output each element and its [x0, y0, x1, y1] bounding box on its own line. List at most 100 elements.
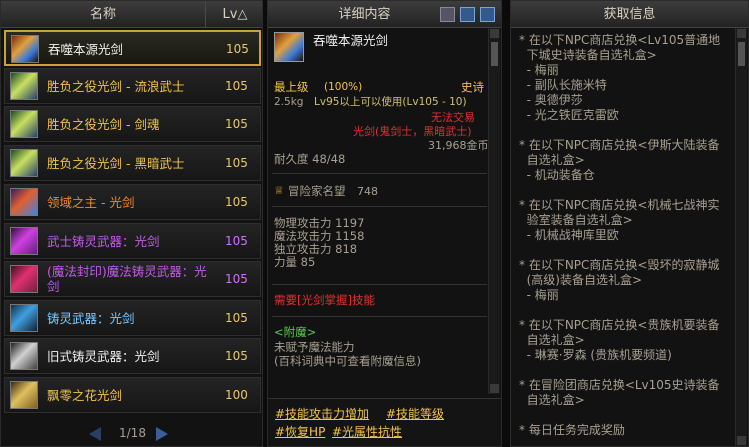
level-requirement: Lv95以上可以使用(Lv105 - 10): [314, 96, 467, 108]
enchant-title: <附魔>: [274, 325, 317, 339]
detail-header: 详细内容: [268, 1, 501, 28]
scroll-up-icon[interactable]: [490, 29, 499, 38]
item-type: 光剑(鬼剑士，黑暗武士): [353, 125, 472, 138]
item-row-level: 105: [226, 42, 249, 56]
source-info-line: * 在以下NPC商店兑换<毁坏的寂静城: [519, 258, 720, 272]
scroll-thumb[interactable]: [491, 42, 498, 66]
item-row-name: 铸灵武器：光剑: [47, 310, 135, 326]
source-info-line: - 奥德伊莎: [519, 93, 583, 107]
stat-strength: 力量 85: [274, 255, 316, 269]
source-info-line: 自选礼盒>: [519, 333, 585, 347]
lightsaber-icon: [10, 381, 38, 409]
column-level-header[interactable]: Lv△: [206, 1, 264, 28]
tag-hp-recovery[interactable]: #恢复HP: [275, 423, 325, 440]
item-rarity: 史诗: [461, 80, 484, 94]
divider: [272, 173, 487, 174]
source-info-line: - 梅丽: [519, 63, 559, 77]
item-row[interactable]: 武士铸灵武器：光剑 105: [4, 223, 261, 259]
item-row-level: 105: [225, 79, 248, 93]
divider: [272, 284, 487, 285]
stats-block: 物理攻击力 1197 魔法攻击力 1158 独立攻击力 818 力量 85: [274, 217, 364, 269]
item-name: 吞噬本源光剑: [313, 33, 389, 48]
source-info-panel: 获取信息 * 在以下NPC商店兑换<Lv105普通地 下城史诗装备自选礼盒> -…: [510, 0, 749, 447]
lightsaber-icon: [10, 227, 38, 255]
page-indicator: 1/18: [119, 426, 146, 440]
prev-page-icon[interactable]: [89, 427, 101, 441]
fame-value: 748: [357, 185, 378, 198]
lightsaber-icon: [11, 35, 39, 63]
next-page-icon[interactable]: [156, 427, 168, 441]
pin-icon[interactable]: [460, 7, 475, 22]
item-row[interactable]: 旧式铸灵武器：光剑 105: [4, 338, 261, 374]
source-info-line: 自选礼盒>: [519, 393, 585, 407]
item-row-level: 105: [225, 234, 248, 248]
item-row-name: 胜负之役光剑 - 黑暗武士: [47, 155, 185, 171]
source-info-line: * 在以下NPC商店兑换<伊斯大陆装备: [519, 138, 720, 152]
detail-scrollbar[interactable]: [488, 28, 500, 394]
item-row-level: 105: [225, 272, 248, 286]
item-list-header: 名称 Lv△: [1, 1, 262, 28]
scroll-down-icon[interactable]: [490, 384, 499, 393]
source-info-line: - 琳赛·罗森 (贵族机要频道): [519, 348, 672, 362]
compare-icon[interactable]: [440, 7, 455, 22]
item-row-level: 105: [225, 349, 248, 363]
item-row-name: 胜负之役光剑 - 流浪武士: [47, 78, 185, 94]
lightsaber-icon: [10, 110, 38, 138]
scroll-thumb[interactable]: [738, 42, 745, 66]
item-grade-percent: (100%): [324, 81, 363, 93]
pagination: 1/18: [1, 419, 264, 447]
source-info-line: 下城史诗装备自选礼盒>: [519, 48, 657, 62]
scroll-down-icon[interactable]: [737, 436, 746, 445]
item-row-name: 旧式铸灵武器：光剑: [47, 348, 160, 364]
tag-area: #技能攻击力增加 #技能等级 #恢复HP #光属性抗性: [268, 398, 501, 446]
source-info-line: * 在冒险团商店兑换<Lv105史诗装备: [519, 378, 720, 392]
item-row[interactable]: 吞噬本源光剑 105: [4, 30, 261, 66]
lightsaber-icon: [10, 265, 38, 293]
source-info-line: - 机械战神库里欧: [519, 228, 619, 242]
source-scrollbar[interactable]: [735, 28, 747, 446]
item-price: 31,968金币: [428, 139, 489, 152]
item-row[interactable]: 领域之主 - 光剑 105: [4, 184, 261, 220]
item-row-level: 105: [225, 156, 248, 170]
item-row-name: 领域之主 - 光剑: [47, 194, 135, 210]
column-name-header[interactable]: 名称: [1, 1, 206, 28]
source-info-line: - 光之铁匠克雷欧: [519, 108, 619, 122]
lightsaber-icon: [10, 342, 38, 370]
fame-icon: ♕: [274, 184, 284, 197]
source-info-line: - 副队长施米特: [519, 78, 607, 92]
source-info-line: - 机动装备仓: [519, 168, 595, 182]
source-info-line: * 每日任务完成奖励: [519, 423, 625, 437]
eye-icon[interactable]: [480, 7, 495, 22]
source-info-line: 自选礼盒>: [519, 153, 585, 167]
item-durability: 耐久度 48/48: [274, 152, 346, 166]
source-info-title: 获取信息: [603, 7, 656, 22]
item-row-name: 胜负之役光剑 - 剑魂: [47, 116, 160, 132]
lightsaber-icon: [10, 304, 38, 332]
trade-restriction: 无法交易: [431, 111, 475, 124]
item-row-name: (魔法封印)魔法铸灵武器：光剑: [47, 264, 207, 294]
item-row[interactable]: 胜负之役光剑 - 剑魂 105: [4, 106, 261, 142]
item-list-panel: 名称 Lv△ 吞噬本源光剑 105 胜负之役光剑 - 流浪武士 105 胜负之役光剑 -…: [0, 0, 263, 447]
tag-skill-attack[interactable]: #技能攻击力增加: [275, 405, 369, 422]
fame-label: 冒险家名望: [288, 184, 346, 198]
item-grade: 最上级: [274, 80, 309, 94]
lightsaber-icon: [10, 149, 38, 177]
source-info-line: 验室装备自选礼盒>: [519, 213, 633, 227]
item-row-level: 100: [225, 388, 248, 402]
source-info-line: - 梅丽: [519, 288, 559, 302]
item-row[interactable]: 铸灵武器：光剑 105: [4, 300, 261, 336]
item-row[interactable]: (魔法封印)魔法铸灵武器：光剑 105: [4, 261, 261, 297]
source-info-line: * 在以下NPC商店兑换<Lv105普通地: [519, 33, 721, 47]
item-row[interactable]: 飘零之花光剑 100: [4, 377, 261, 413]
enchant-status: 未赋予魔法能力: [274, 340, 355, 354]
lightsaber-icon: [10, 72, 38, 100]
item-row[interactable]: 胜负之役光剑 - 黑暗武士 105: [4, 145, 261, 181]
tag-light-resist[interactable]: #光属性抗性: [332, 423, 402, 440]
divider: [272, 206, 487, 207]
scroll-up-icon[interactable]: [737, 29, 746, 38]
item-row-name: 吞噬本源光剑: [48, 41, 124, 57]
item-row-level: 105: [225, 311, 248, 325]
tag-skill-level[interactable]: #技能等级: [386, 405, 444, 422]
lightsaber-icon: [10, 188, 38, 216]
item-row[interactable]: 胜负之役光剑 - 流浪武士 105: [4, 68, 261, 104]
